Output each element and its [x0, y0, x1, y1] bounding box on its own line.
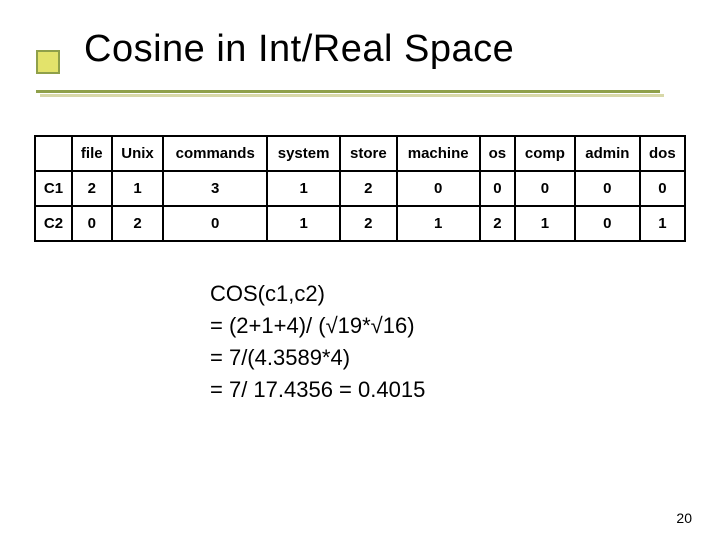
calc-line: = (2+1+4)/ (√19*√16) [210, 310, 720, 342]
page-title: Cosine in Int/Real Space [84, 28, 720, 71]
cell: 3 [163, 171, 267, 206]
cell: 1 [640, 206, 685, 241]
page-number: 20 [676, 510, 692, 526]
table-corner [35, 136, 72, 171]
table-header-row: file Unix commands system store machine … [35, 136, 685, 171]
cell: 2 [340, 206, 396, 241]
cell: 0 [515, 171, 575, 206]
cell: 0 [72, 206, 112, 241]
cell: 2 [72, 171, 112, 206]
title-area: Cosine in Int/Real Space [0, 0, 720, 87]
cell: 2 [480, 206, 515, 241]
row-label: C2 [35, 206, 72, 241]
cell: 2 [112, 206, 164, 241]
cell: 1 [267, 206, 340, 241]
table-row: C2 0 2 0 1 2 1 2 1 0 1 [35, 206, 685, 241]
calculation-block: COS(c1,c2) = (2+1+4)/ (√19*√16) = 7/(4.3… [210, 278, 720, 406]
calc-line: = 7/(4.3589*4) [210, 342, 720, 374]
col-header: file [72, 136, 112, 171]
cell: 0 [575, 206, 640, 241]
col-header: machine [397, 136, 480, 171]
cell: 2 [340, 171, 396, 206]
cell: 0 [480, 171, 515, 206]
calc-line: = 7/ 17.4356 = 0.4015 [210, 374, 720, 406]
col-header: comp [515, 136, 575, 171]
col-header: os [480, 136, 515, 171]
title-underline [36, 90, 660, 93]
cell: 0 [640, 171, 685, 206]
cell: 0 [575, 171, 640, 206]
cell: 0 [397, 171, 480, 206]
bullet-square-icon [36, 50, 60, 74]
data-table: file Unix commands system store machine … [34, 135, 686, 242]
cell: 1 [397, 206, 480, 241]
col-header: system [267, 136, 340, 171]
title-underline-shadow [40, 94, 664, 97]
slide: Cosine in Int/Real Space file Unix comma… [0, 0, 720, 540]
col-header: store [340, 136, 396, 171]
calc-line: COS(c1,c2) [210, 278, 720, 310]
col-header: admin [575, 136, 640, 171]
row-label: C1 [35, 171, 72, 206]
col-header: commands [163, 136, 267, 171]
col-header: Unix [112, 136, 164, 171]
table-row: C1 2 1 3 1 2 0 0 0 0 0 [35, 171, 685, 206]
cell: 1 [267, 171, 340, 206]
cell: 0 [163, 206, 267, 241]
data-table-wrap: file Unix commands system store machine … [34, 135, 686, 242]
col-header: dos [640, 136, 685, 171]
cell: 1 [112, 171, 164, 206]
cell: 1 [515, 206, 575, 241]
